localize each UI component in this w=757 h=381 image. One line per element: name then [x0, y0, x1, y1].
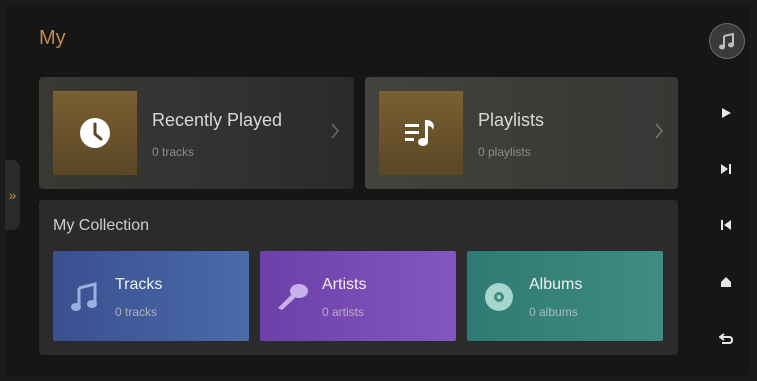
home-icon[interactable]	[710, 266, 742, 298]
albums-label: Albums	[529, 276, 583, 293]
music-note-icon	[67, 279, 103, 315]
albums-count: 0 albums	[529, 305, 578, 319]
artists-label: Artists	[322, 276, 367, 293]
chevron-right-icon	[655, 123, 663, 139]
my-collection-panel: My Collection Tracks 0 tracks Artists 0 …	[39, 200, 678, 355]
drawer-expand-handle[interactable]: »	[5, 160, 20, 230]
tracks-tile[interactable]: Tracks 0 tracks	[53, 251, 249, 341]
tracks-count: 0 tracks	[115, 305, 158, 319]
albums-tile[interactable]: Albums 0 albums	[467, 251, 663, 341]
tracks-label: Tracks	[115, 276, 163, 293]
my-collection-title: My Collection	[53, 217, 150, 234]
app-frame: My Recently Played 0 tracks Playlists 0 …	[5, 5, 749, 377]
recently-played-card[interactable]: Recently Played 0 tracks	[39, 77, 354, 189]
playlist-icon	[405, 120, 434, 146]
play-icon[interactable]	[710, 97, 742, 129]
recently-played-label: Recently Played	[152, 110, 283, 130]
playlists-thumbnail	[379, 91, 463, 175]
chevron-right-icon	[331, 123, 339, 139]
page-title: My	[39, 27, 66, 49]
double-chevron-right-icon: »	[8, 187, 17, 203]
playlists-label: Playlists	[478, 110, 545, 130]
playback-sidebar	[703, 5, 749, 377]
back-icon[interactable]	[710, 323, 742, 355]
previous-icon[interactable]	[710, 209, 742, 241]
playlists-count: 0 playlists	[478, 145, 531, 159]
playlists-card[interactable]: Playlists 0 playlists	[365, 77, 678, 189]
now-playing-disc-icon[interactable]	[709, 23, 745, 59]
recently-played-thumbnail	[53, 91, 137, 175]
recently-played-count: 0 tracks	[152, 145, 195, 159]
microphone-icon	[274, 279, 310, 315]
disc-icon	[481, 279, 517, 315]
clock-icon	[80, 118, 110, 148]
next-icon[interactable]	[710, 153, 742, 185]
artists-count: 0 artists	[322, 305, 365, 319]
artists-tile[interactable]: Artists 0 artists	[260, 251, 456, 341]
